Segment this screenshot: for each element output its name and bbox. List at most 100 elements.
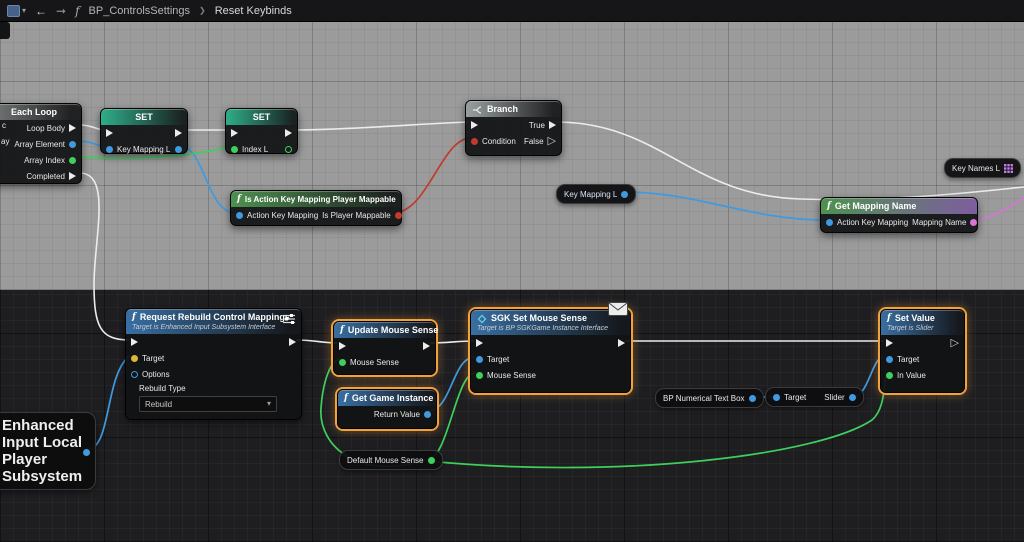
node-branch[interactable]: Branch True Condition False ▷ <box>465 100 562 156</box>
false-exec-pin[interactable]: ▷ <box>548 136 556 147</box>
action-key-mapping-label: Action Key Mapping <box>247 211 318 220</box>
target-label: Target <box>784 393 806 402</box>
output-pin[interactable] <box>749 395 756 402</box>
variable-label: Key Names L <box>952 164 1000 173</box>
node-get-key-names[interactable]: Key Names L <box>944 158 1021 178</box>
exec-out-pin[interactable] <box>289 338 296 346</box>
index-input-pin[interactable] <box>231 146 238 153</box>
mouse-sense-label: Mouse Sense <box>487 371 536 380</box>
action-key-mapping-pin[interactable] <box>236 212 243 219</box>
variable-label: Default Mouse Sense <box>347 456 424 465</box>
loop-body-exec-pin[interactable] <box>69 124 76 132</box>
false-label: False <box>524 137 544 146</box>
node-get-key-mapping[interactable]: Key Mapping L <box>556 184 636 204</box>
array-grid-pin[interactable] <box>1004 164 1013 173</box>
node-foreach-loop[interactable]: Each Loop Loop Body Array Element Array … <box>0 103 82 184</box>
variable-label: BP Numerical Text Box <box>663 394 745 403</box>
pin-row: Index L <box>226 141 297 157</box>
is-player-mappable-pin[interactable] <box>395 212 402 219</box>
target-pin[interactable] <box>476 356 483 363</box>
loop-body-label: Loop Body <box>27 124 65 133</box>
slider-output-pin[interactable] <box>849 394 856 401</box>
exec-in-pin[interactable] <box>886 339 893 347</box>
exec-in-pin[interactable] <box>131 338 138 346</box>
target-pin[interactable] <box>131 355 138 362</box>
function-icon: f <box>132 313 136 322</box>
function-icon: f <box>827 202 831 211</box>
pin-row: ▷ <box>881 335 964 351</box>
node-title: Get Mapping Name <box>835 201 917 212</box>
node-update-mouse-sense[interactable]: f Update Mouse Sense Mouse Sense <box>333 321 436 375</box>
mouse-sense-pin[interactable] <box>476 372 483 379</box>
breadcrumb-function[interactable]: Reset Keybinds <box>215 5 292 17</box>
node-title: Set Value <box>895 313 935 324</box>
exec-in-pin[interactable] <box>106 129 113 137</box>
target-pin[interactable] <box>886 356 893 363</box>
node-set-value[interactable]: f Set Value Target is Slider ▷ Target In… <box>880 309 965 393</box>
key-mapping-label: Key Mapping L <box>117 145 170 154</box>
pin-row: Completed <box>0 168 81 184</box>
forward-button[interactable]: ➞ <box>56 5 66 17</box>
true-exec-pin[interactable] <box>549 121 556 129</box>
pin-row: Options <box>126 366 301 382</box>
pin-row: Key Mapping L <box>101 141 187 157</box>
completed-exec-pin[interactable] <box>69 172 76 180</box>
exec-out-pin[interactable] <box>423 342 430 350</box>
back-button[interactable]: ← <box>35 5 47 17</box>
array-element-label: Array Element <box>14 140 65 149</box>
pin-row: Array Index <box>0 152 81 168</box>
node-sgk-set-mouse-sense[interactable]: SGK Set Mouse Sense Target is BP SGKGame… <box>470 309 631 393</box>
blueprint-icon <box>7 5 20 17</box>
node-get-game-instance[interactable]: f Get Game Instance Return Value <box>337 389 437 429</box>
key-mapping-input-pin[interactable] <box>106 146 113 153</box>
return-value-pin[interactable] <box>424 411 431 418</box>
pin-row <box>101 125 187 141</box>
exec-in-pin[interactable] <box>339 342 346 350</box>
condition-pin[interactable] <box>471 138 478 145</box>
node-get-slider[interactable]: Target Slider <box>765 387 864 407</box>
exec-in-pin[interactable] <box>231 129 238 137</box>
pin-row <box>126 334 301 350</box>
action-key-mapping-pin[interactable] <box>826 219 833 226</box>
index-output-pin[interactable] <box>285 146 292 153</box>
array-index-label: Array Index <box>24 156 65 165</box>
rebuild-type-dropdown[interactable]: Rebuild ▾ <box>139 396 277 412</box>
exec-out-pin[interactable] <box>618 339 625 347</box>
node-title: SET <box>135 112 153 123</box>
function-icon: f <box>75 5 79 17</box>
node-get-mapping-name[interactable]: f Get Mapping Name Action Key Mapping Ma… <box>820 197 978 233</box>
function-icon: f <box>887 314 891 323</box>
blueprint-dropdown-button[interactable]: ▾ <box>7 5 26 17</box>
exec-out-pin[interactable]: ▷ <box>951 338 959 349</box>
breadcrumb-blueprint[interactable]: BP_ControlsSettings <box>89 5 191 17</box>
output-pin[interactable] <box>428 457 435 464</box>
exec-out-pin[interactable] <box>175 129 182 137</box>
node-request-rebuild[interactable]: f Request Rebuild Control Mappings Targe… <box>125 308 302 420</box>
node-get-bp-numerical-text-box[interactable]: BP Numerical Text Box <box>655 388 764 408</box>
exec-out-pin[interactable] <box>285 129 292 137</box>
node-get-default-mouse-sense[interactable]: Default Mouse Sense <box>339 450 443 470</box>
node-is-player-mappable[interactable]: f Is Action Key Mapping Player Mappable … <box>230 190 402 226</box>
in-value-pin[interactable] <box>886 372 893 379</box>
node-get-enhanced-input-subsystem[interactable]: Enhanced Input Local Player Subsystem <box>0 412 96 490</box>
key-mapping-output-pin[interactable] <box>175 146 182 153</box>
mapping-name-pin[interactable] <box>970 219 977 226</box>
output-pin[interactable] <box>621 191 628 198</box>
output-pin[interactable] <box>83 449 90 456</box>
node-set-key-mapping[interactable]: SET Key Mapping L <box>100 108 188 154</box>
mouse-sense-pin[interactable] <box>339 359 346 366</box>
branch-icon <box>472 105 483 115</box>
node-set-index[interactable]: SET Index L <box>225 108 298 154</box>
array-index-pin[interactable] <box>69 157 76 164</box>
exec-in-pin[interactable] <box>471 121 478 129</box>
target-input-pin[interactable] <box>773 394 780 401</box>
options-pin[interactable] <box>131 371 138 378</box>
variable-label: Key Mapping L <box>564 190 617 199</box>
breadcrumb-chevron-icon: ❯ <box>199 6 206 15</box>
array-element-pin[interactable] <box>69 141 76 148</box>
exec-in-pin[interactable] <box>476 339 483 347</box>
node-subtitle: Target is Slider <box>887 324 958 333</box>
pin-row: Mouse Sense <box>471 367 630 383</box>
mouse-sense-label: Mouse Sense <box>350 358 399 367</box>
target-label: Target <box>487 355 509 364</box>
